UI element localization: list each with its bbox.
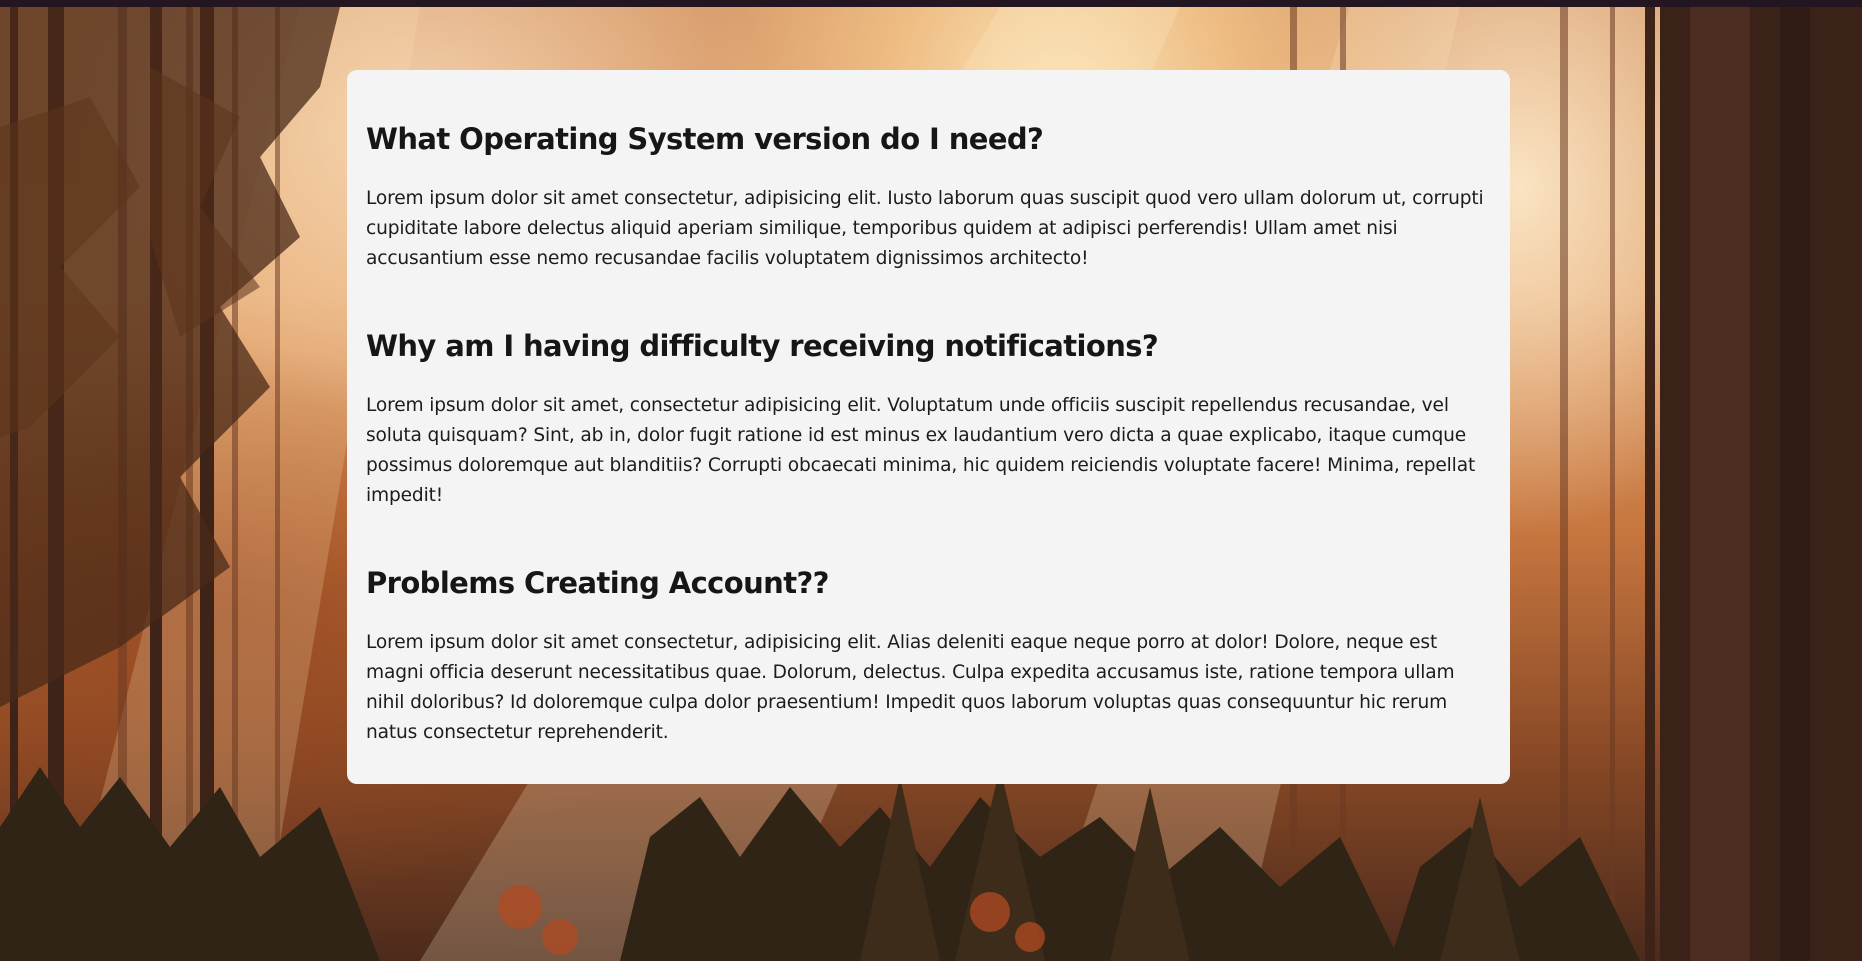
faq-question: Why am I having difficulty receiving not… bbox=[366, 329, 1159, 363]
faq-card: What Operating System version do I need?… bbox=[347, 70, 1510, 784]
top-bar bbox=[0, 0, 1862, 7]
faq-item: Problems Creating Account?? Lorem ipsum … bbox=[366, 563, 1490, 748]
faq-item: What Operating System version do I need?… bbox=[366, 119, 1490, 274]
faq-question: What Operating System version do I need? bbox=[366, 122, 1044, 156]
faq-answer: Lorem ipsum dolor sit amet, consectetur … bbox=[366, 395, 1476, 506]
faq-answer: Lorem ipsum dolor sit amet consectetur, … bbox=[366, 632, 1455, 743]
faq-question: Problems Creating Account?? bbox=[366, 566, 830, 600]
faq-answer: Lorem ipsum dolor sit amet consectetur, … bbox=[366, 188, 1484, 269]
faq-item: Why am I having difficulty receiving not… bbox=[366, 326, 1490, 511]
